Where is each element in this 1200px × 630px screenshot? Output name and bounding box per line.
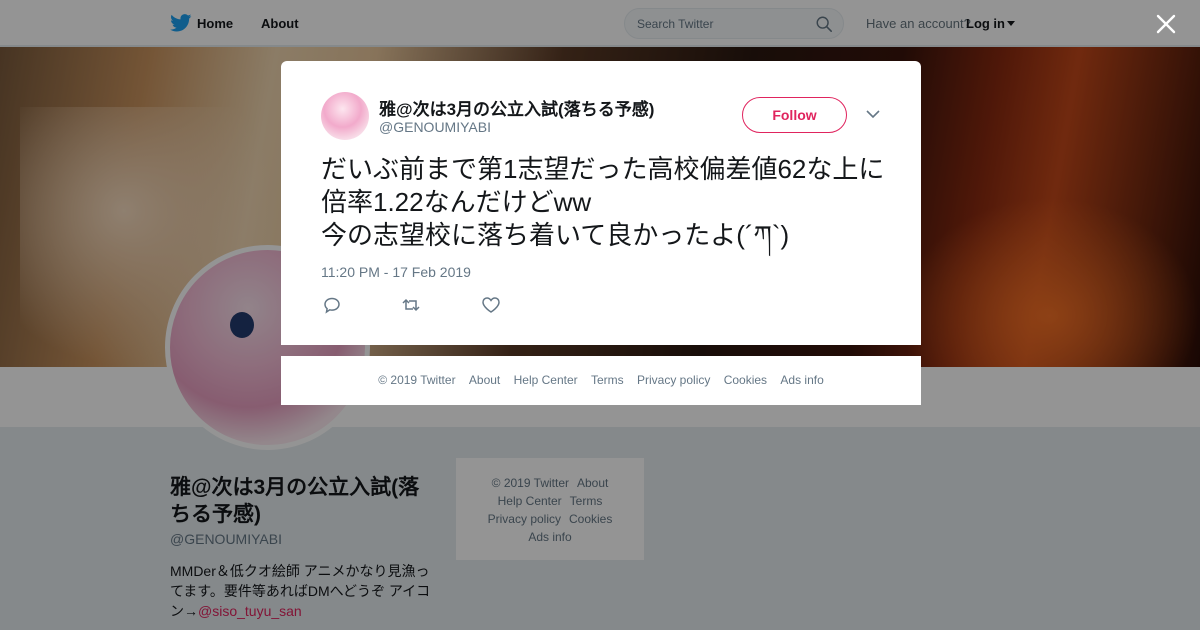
tweet-author-name[interactable]: 雅@次は3月の公立入試(落ちる予感) (379, 95, 654, 120)
tweet-timestamp[interactable]: 11:20 PM - 17 Feb 2019 (321, 264, 471, 280)
like-icon[interactable] (481, 296, 501, 314)
footer-privacy[interactable]: Privacy policy (637, 373, 710, 387)
reply-icon[interactable] (322, 296, 342, 314)
tweet-author-avatar[interactable] (321, 92, 369, 140)
footer-help-center[interactable]: Help Center (514, 373, 578, 387)
tweet-text: だいぶ前まで第1志望だった高校偏差値62な上に倍率1.22なんだけどww 今の志… (321, 154, 885, 250)
footer-copyright: © 2019 Twitter (378, 373, 456, 387)
footer-terms[interactable]: Terms (591, 373, 624, 387)
retweet-icon[interactable] (401, 296, 421, 314)
tweet-author-handle[interactable]: @GENOUMIYABI (379, 119, 491, 135)
footer-cookies[interactable]: Cookies (724, 373, 767, 387)
close-icon[interactable] (1154, 12, 1178, 36)
footer-about[interactable]: About (469, 373, 500, 387)
tweet-modal: 雅@次は3月の公立入試(落ちる予感) @GENOUMIYABI Follow だ… (281, 61, 921, 345)
chevron-down-icon[interactable] (866, 109, 880, 119)
follow-button[interactable]: Follow (742, 97, 847, 133)
modal-footer: © 2019 Twitter About Help Center Terms P… (281, 356, 921, 405)
footer-ads-info[interactable]: Ads info (780, 373, 823, 387)
